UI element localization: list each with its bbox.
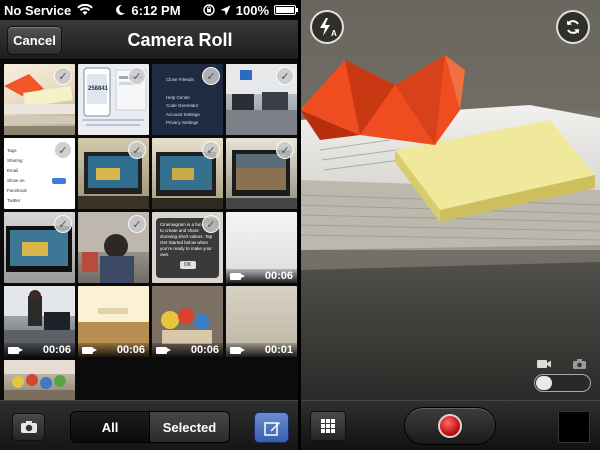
camera-roll-pane: No Service 6:12 PM 100% Cancel Camera Ro… [0,0,300,450]
video-duration: 00:06 [116,344,145,356]
video-duration: 00:01 [264,344,293,356]
location-arrow-icon [220,5,231,15]
grid-icon [321,419,335,433]
camera-icon [20,421,37,433]
battery-percent: 100% [235,2,269,18]
compose-icon [263,421,280,436]
menu-item: Help Center [166,94,191,100]
edit-button[interactable] [254,412,289,443]
segment-all[interactable]: All [71,412,149,442]
menu-item: Account Settings [166,111,200,117]
thumbnail[interactable]: 258841 ✓ [78,64,149,135]
bottom-toolbar: All Selected [0,400,300,450]
video-duration: 00:06 [264,270,293,282]
camera-button[interactable] [12,413,45,441]
gallery-button[interactable] [310,411,346,441]
selected-check-icon: ✓ [202,67,220,85]
thumbnail[interactable]: ✓ [78,138,149,209]
video-info-bar: 00:06 [226,269,297,283]
status-bar: No Service 6:12 PM 100% [0,0,300,20]
segment-selected[interactable]: Selected [149,412,229,442]
thumbnail[interactable]: ✓ [4,212,75,283]
menu-item: Privacy Settings [166,120,199,125]
camera-viewfinder: A [300,0,600,450]
mode-toggle-knob[interactable] [536,376,552,390]
switch-camera-button[interactable] [556,10,590,44]
camera-toolbar [300,400,600,450]
selected-check-icon: ✓ [128,141,146,159]
thumbnail[interactable]: ✓ [152,138,223,209]
selected-check-icon: ✓ [128,67,146,85]
video-info-bar: 00:01 [226,343,297,357]
thumbnail[interactable]: 00:06 [4,286,75,357]
thumbnail[interactable]: ✓ [226,138,297,209]
filter-segmented-control: All Selected [70,411,230,443]
video-info-bar: 00:06 [4,343,75,357]
thumbnail-image [4,360,75,400]
camera-mode-toggle[interactable] [534,374,591,392]
video-camera-icon [230,272,245,280]
video-camera-icon [8,346,23,354]
thumbnail[interactable]: Tags Sharing Email Show on Facebook Twit… [4,138,75,209]
video-duration: 00:06 [190,344,219,356]
form-label: Twitter [7,198,21,203]
selected-check-icon: ✓ [54,67,72,85]
record-button[interactable] [404,407,496,445]
video-camera-icon [156,346,171,354]
selected-check-icon: ✓ [202,215,220,233]
thumbnail[interactable]: ✓ [226,64,297,135]
dialog-ok-button: OK [179,261,196,269]
photo-mode-icon [573,359,586,369]
selected-check-icon: ✓ [276,67,294,85]
flash-button[interactable]: A [310,10,344,44]
selected-check-icon: ✓ [54,141,72,159]
selected-check-icon: ✓ [128,215,146,233]
thumbnail[interactable]: ✓ [4,64,75,135]
pane-divider [298,0,301,450]
photo-grid: ✓ 258841 ✓ Close Friends Help Center Cod… [0,60,300,400]
thumbnail[interactable]: Close Friends Help Center Code Generator… [152,64,223,135]
clock-label: 6:12 PM [131,2,181,18]
thumbnail[interactable]: 00:06 [152,286,223,357]
selected-check-icon: ✓ [202,141,220,159]
switch-camera-icon [566,20,580,34]
battery-icon [274,5,298,15]
video-duration: 00:06 [42,344,71,356]
carrier-label: No Service [4,2,72,18]
thumbnail[interactable]: Cinemagram is a fun way to create and sh… [152,212,223,283]
video-camera-icon [82,346,97,354]
form-label: Email [7,168,19,173]
menu-item: Code Generator [166,103,199,108]
rotation-lock-icon [203,4,215,16]
record-icon [438,414,462,438]
thumbnail[interactable]: ✓ [78,212,149,283]
form-label: Facebook [7,188,27,193]
last-capture-thumbnail[interactable] [558,411,590,443]
thumbnail[interactable]: 00:06 [78,286,149,357]
selected-check-icon: ✓ [276,141,294,159]
code-text: 258841 [88,86,109,92]
thumbnail[interactable] [4,360,75,400]
wifi-icon [77,4,94,15]
video-info-bar: 00:06 [152,343,223,357]
selected-check-icon: ✓ [54,215,72,233]
flash-mode-letter: A [331,29,337,38]
cancel-button[interactable]: Cancel [7,26,62,55]
moon-icon [116,4,126,15]
video-mode-icon [537,360,551,368]
battery-level [276,7,294,13]
thumbnail[interactable]: 00:01 [226,286,297,357]
page-title: Camera Roll [127,29,233,50]
video-camera-icon [230,346,245,354]
toggle-on-icon [52,178,66,184]
navigation-bar: Cancel Camera Roll [0,20,300,60]
thumbnail[interactable]: 00:06 [226,212,297,283]
video-info-bar: 00:06 [78,343,149,357]
